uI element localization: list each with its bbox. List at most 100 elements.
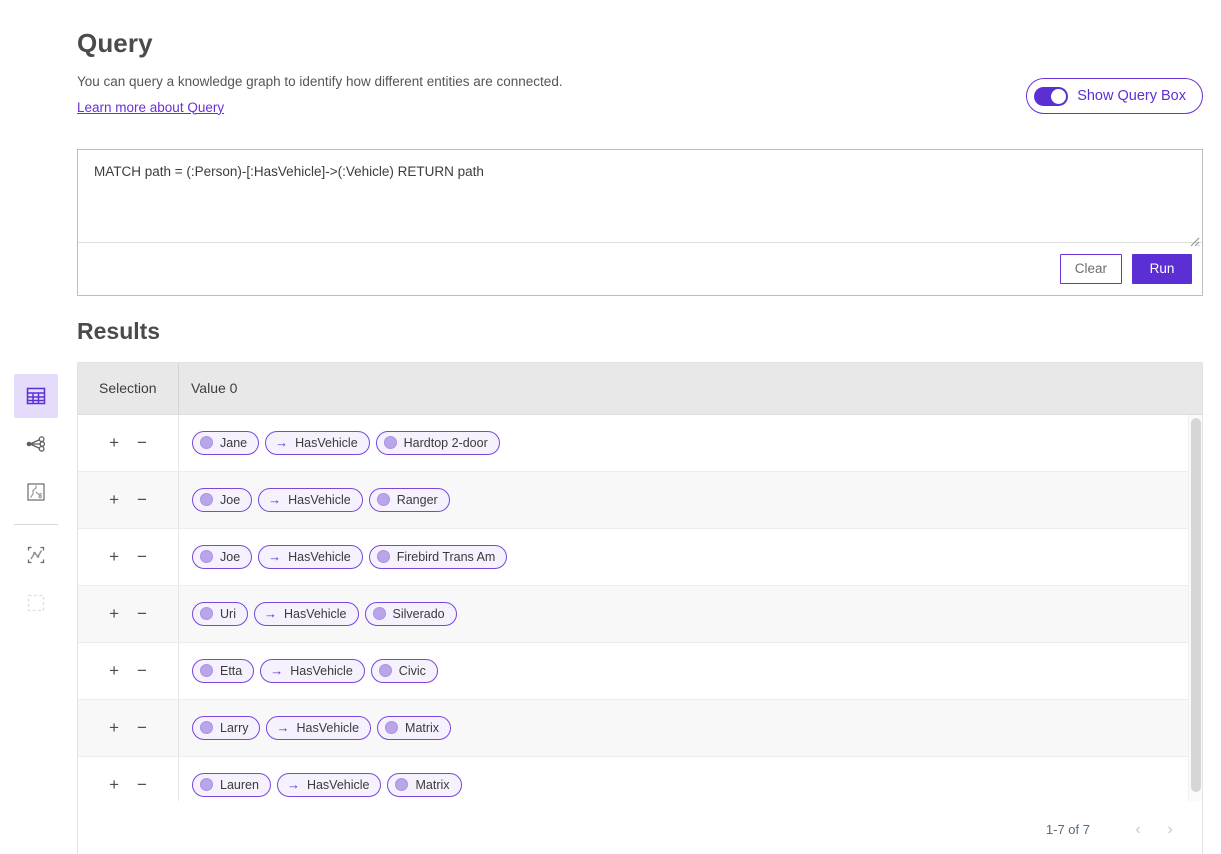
pagination-next-button[interactable]: › xyxy=(1156,816,1184,844)
target-node-chip-label: Hardtop 2-door xyxy=(404,436,488,450)
node-dot-icon xyxy=(377,550,390,563)
main-content: Query You can query a knowledge graph to… xyxy=(77,0,1221,854)
remove-row-button[interactable]: − xyxy=(137,662,147,679)
target-node-chip-label: Ranger xyxy=(397,493,438,507)
target-node-chip[interactable]: Silverado xyxy=(365,602,457,626)
table-row: + − Joe → HasVehicle Ranger xyxy=(78,472,1202,529)
learn-more-link[interactable]: Learn more about Query xyxy=(77,100,224,115)
pagination-prev-button[interactable]: ‹ xyxy=(1124,816,1152,844)
add-row-button[interactable]: + xyxy=(109,434,119,451)
sidebar-item-selection-view xyxy=(14,581,58,625)
table-row: +−Joe→HasVehicleFirebird Trans Am xyxy=(78,529,1202,586)
node-dot-icon xyxy=(200,436,213,449)
add-row-button[interactable]: + xyxy=(109,548,119,565)
table-scrollbar-thumb[interactable] xyxy=(1191,418,1201,792)
query-box: Clear Run xyxy=(77,149,1203,296)
source-node-chip[interactable]: Jane xyxy=(192,431,259,455)
toggle-switch[interactable] xyxy=(1034,87,1068,106)
arrow-right-icon: → xyxy=(287,778,300,791)
relationship-chip[interactable]: →HasVehicle xyxy=(266,716,371,740)
relationship-chip[interactable]: → HasVehicle xyxy=(265,431,370,455)
source-node-chip-label: Uri xyxy=(220,607,236,621)
target-node-chip[interactable]: Civic xyxy=(371,659,438,683)
remove-row-button[interactable]: − xyxy=(137,719,147,736)
table-body: +−Jane→HasVehicleHardtop 2-door+−Joe→Has… xyxy=(78,415,1202,801)
target-node-chip[interactable]: Matrix xyxy=(377,716,451,740)
query-input[interactable] xyxy=(78,150,1202,242)
source-node-chip[interactable]: Larry xyxy=(192,716,260,740)
node-dot-icon xyxy=(395,778,408,791)
relationship-chip-label: HasVehicle xyxy=(295,436,358,450)
sidebar-item-graph-view[interactable] xyxy=(14,422,58,466)
remove-row-button[interactable]: − xyxy=(137,776,147,793)
source-node-chip[interactable]: Lauren xyxy=(192,773,271,797)
sidebar-item-chart-view[interactable] xyxy=(14,533,58,577)
node-dot-icon xyxy=(200,493,213,506)
selection-cell: +− xyxy=(78,643,179,699)
source-node-chip[interactable]: Uri xyxy=(192,602,248,626)
target-node-chip[interactable]: Ranger xyxy=(369,488,450,512)
relationship-chip[interactable]: → HasVehicle xyxy=(277,773,382,797)
run-button[interactable]: Run xyxy=(1132,254,1192,284)
node-dot-icon xyxy=(200,664,213,677)
source-node-chip-label: Lauren xyxy=(220,778,259,792)
remove-row-button[interactable]: − xyxy=(137,434,147,451)
value-cell: Joe → HasVehicle Ranger xyxy=(179,472,1202,528)
target-node-chip[interactable]: Hardtop 2-door xyxy=(376,431,500,455)
arrow-right-icon: → xyxy=(268,493,281,506)
target-node-chip[interactable]: Matrix xyxy=(387,773,461,797)
arrow-right-icon: → xyxy=(275,436,288,449)
source-node-chip[interactable]: Joe xyxy=(192,488,252,512)
results-title: Results xyxy=(77,318,1221,345)
query-page: Query You can query a knowledge graph to… xyxy=(0,0,1221,854)
add-row-button[interactable]: + xyxy=(109,605,119,622)
graph-network-icon xyxy=(25,433,47,455)
add-row-button[interactable]: + xyxy=(109,662,119,679)
node-dot-icon xyxy=(377,493,390,506)
toggle-label: Show Query Box xyxy=(1077,88,1186,104)
remove-row-button[interactable]: − xyxy=(137,491,147,508)
relationship-chip[interactable]: →HasVehicle xyxy=(258,545,363,569)
relationship-chip[interactable]: → HasVehicle xyxy=(258,488,363,512)
sidebar-item-map-view[interactable] xyxy=(14,470,58,514)
rail-divider xyxy=(14,524,58,525)
left-icon-rail xyxy=(0,0,72,854)
target-node-chip-label: Matrix xyxy=(415,778,449,792)
relationship-chip-label: HasVehicle xyxy=(296,721,359,735)
source-node-chip-label: Joe xyxy=(220,550,240,564)
node-dot-icon xyxy=(200,607,213,620)
value-cell: Lauren → HasVehicle Matrix xyxy=(179,757,1202,801)
clear-button[interactable]: Clear xyxy=(1060,254,1122,284)
relationship-chip[interactable]: →HasVehicle xyxy=(260,659,365,683)
relationship-chip-label: HasVehicle xyxy=(307,778,370,792)
source-node-chip[interactable]: Etta xyxy=(192,659,254,683)
page-title: Query xyxy=(77,0,1221,59)
arrow-right-icon: → xyxy=(270,664,283,677)
toggle-knob xyxy=(1051,89,1066,104)
results-table: Selection Value 0 +−Jane→HasVehicleHardt… xyxy=(77,362,1203,854)
add-row-button[interactable]: + xyxy=(109,491,119,508)
add-row-button[interactable]: + xyxy=(109,776,119,793)
arrow-right-icon: → xyxy=(264,607,277,620)
source-node-chip-label: Etta xyxy=(220,664,242,678)
column-header-value0: Value 0 xyxy=(179,363,1202,414)
source-node-chip[interactable]: Joe xyxy=(192,545,252,569)
selection-cell: +− xyxy=(78,529,179,585)
remove-row-button[interactable]: − xyxy=(137,605,147,622)
source-node-chip-label: Jane xyxy=(220,436,247,450)
table-footer: 1-7 of 7 ‹ › xyxy=(78,801,1202,854)
remove-row-button[interactable]: − xyxy=(137,548,147,565)
relationship-chip[interactable]: →HasVehicle xyxy=(254,602,359,626)
selection-cell: +− xyxy=(78,415,179,471)
column-header-selection: Selection xyxy=(78,363,179,414)
show-query-box-toggle[interactable]: Show Query Box xyxy=(1026,78,1203,114)
sidebar-item-table-view[interactable] xyxy=(14,374,58,418)
table-scrollbar[interactable] xyxy=(1188,415,1202,801)
target-node-chip[interactable]: Firebird Trans Am xyxy=(369,545,508,569)
relationship-chip-label: HasVehicle xyxy=(288,493,351,507)
add-row-button[interactable]: + xyxy=(109,719,119,736)
selection-cell: +− xyxy=(78,586,179,642)
node-dot-icon xyxy=(385,721,398,734)
target-node-chip-label: Matrix xyxy=(405,721,439,735)
node-dot-icon xyxy=(200,721,213,734)
